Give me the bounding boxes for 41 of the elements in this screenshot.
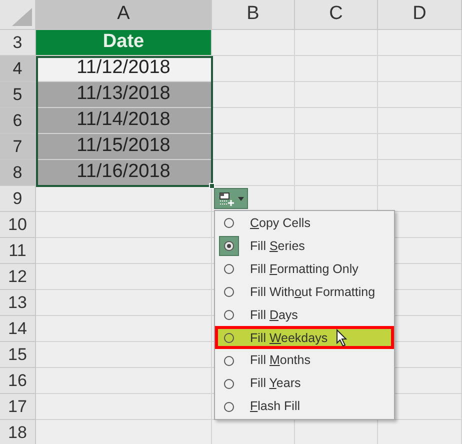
table-cell: Date (36, 30, 212, 56)
column-header[interactable]: B (212, 0, 295, 30)
fill-handle[interactable] (209, 183, 215, 189)
auto-fill-options-button[interactable] (214, 188, 248, 209)
menu-item[interactable]: Fill Days (250, 306, 298, 324)
menu-item[interactable]: Copy Cells (250, 214, 310, 233)
menu-item[interactable]: Flash Fill (250, 397, 300, 416)
table-cell: 11/15/2018 (36, 134, 212, 160)
column-header[interactable]: A (36, 0, 212, 30)
menu-item[interactable]: Fill Series (250, 236, 305, 256)
row-header[interactable]: 16 (0, 368, 36, 394)
menu-item[interactable]: Fill Years (250, 374, 301, 394)
radio-button[interactable] (219, 236, 239, 256)
row-header[interactable]: 4 (0, 56, 36, 82)
fill-options-icon (218, 192, 234, 206)
row-header[interactable]: 12 (0, 264, 36, 290)
row-header[interactable]: 8 (0, 160, 36, 186)
row-header[interactable]: 3 (0, 30, 36, 56)
row-header[interactable]: 5 (0, 82, 36, 108)
table-cell: 11/16/2018 (36, 160, 212, 186)
row-header[interactable]: 13 (0, 290, 36, 316)
row-header[interactable]: 11 (0, 238, 36, 264)
row-header[interactable]: 17 (0, 394, 36, 420)
row-header[interactable]: 15 (0, 342, 36, 368)
column-header[interactable]: C (295, 0, 378, 30)
row-header[interactable]: 7 (0, 134, 36, 160)
menu-item[interactable]: Fill Formatting Only (250, 260, 358, 279)
table-cell: 11/12/2018 (36, 56, 212, 82)
caret-icon (238, 196, 244, 200)
row-header[interactable]: 9 (0, 186, 36, 212)
row-header[interactable]: 10 (0, 212, 36, 238)
menu-item[interactable]: Fill Months (250, 351, 310, 370)
corner-triangle-icon (12, 8, 32, 26)
column-header[interactable]: D (378, 0, 462, 30)
mouse-cursor-icon (336, 329, 348, 348)
row-header[interactable]: 18 (0, 420, 36, 444)
menu-item[interactable]: Fill Without Formatting (250, 282, 376, 302)
table-cell: 11/13/2018 (36, 82, 212, 108)
row-header[interactable]: 14 (0, 316, 36, 342)
row-header[interactable]: 6 (0, 108, 36, 134)
table-cell: 11/14/2018 (36, 108, 212, 134)
